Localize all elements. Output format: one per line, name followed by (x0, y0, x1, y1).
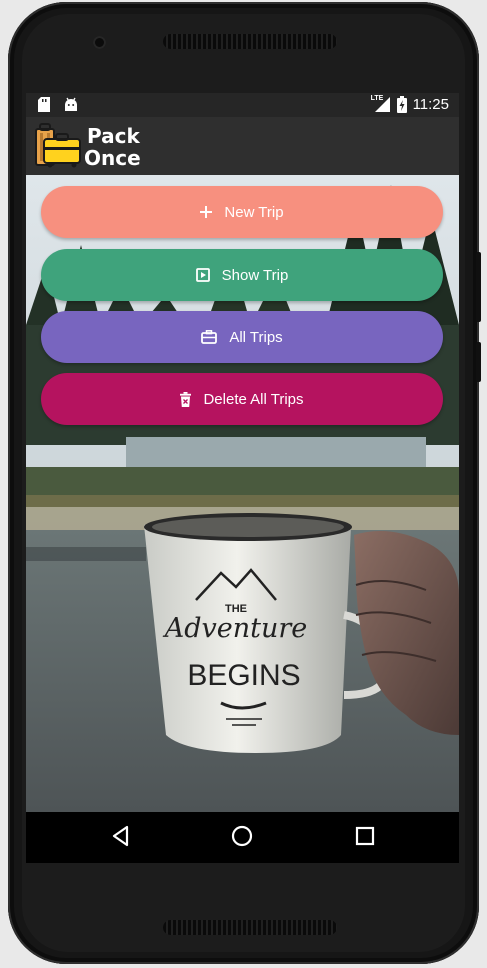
device-screen: LTE 11:25 Pack Once THE Adventure BEGINS… (26, 93, 459, 863)
show-trip-button[interactable]: Show Trip (41, 249, 443, 301)
suitcase-logo-icon (35, 123, 81, 168)
front-camera (93, 36, 106, 49)
navigation-bar (26, 812, 459, 863)
android-icon (65, 97, 77, 111)
new-trip-button[interactable]: New Trip (41, 186, 443, 238)
back-icon[interactable] (112, 825, 130, 847)
signal-icon: LTE (371, 95, 391, 113)
status-clock: 11:25 (412, 95, 449, 113)
app-title-line1: Pack (87, 124, 140, 148)
plus-icon (200, 206, 213, 218)
sd-card-icon (38, 97, 50, 112)
mug-text-line2: Adventure (162, 613, 308, 644)
play-box-icon (195, 268, 210, 282)
trash-icon (180, 391, 192, 407)
app-title: Pack Once (84, 125, 141, 169)
status-bar: LTE 11:25 (26, 93, 459, 117)
network-type-label: LTE (370, 95, 384, 102)
recents-icon[interactable] (355, 826, 375, 846)
delete-all-trips-button[interactable]: Delete All Trips (41, 373, 443, 425)
main-content: THE Adventure BEGINS New Trip Show Trip (26, 175, 459, 812)
show-trip-label: Show Trip (221, 266, 289, 284)
top-speaker (163, 34, 337, 49)
bottom-speaker (163, 920, 337, 935)
app-title-line2: Once (84, 146, 141, 170)
all-trips-button[interactable]: All Trips (41, 311, 443, 363)
app-bar: Pack Once (26, 117, 459, 175)
home-icon[interactable] (231, 825, 253, 847)
mug-text-line3: BEGINS (187, 659, 300, 692)
volume-button (476, 252, 481, 322)
power-button (476, 342, 481, 382)
new-trip-label: New Trip (224, 203, 284, 221)
all-trips-label: All Trips (229, 328, 283, 346)
delete-all-trips-label: Delete All Trips (203, 390, 304, 408)
briefcase-icon (201, 330, 218, 344)
battery-charging-icon (396, 95, 407, 113)
